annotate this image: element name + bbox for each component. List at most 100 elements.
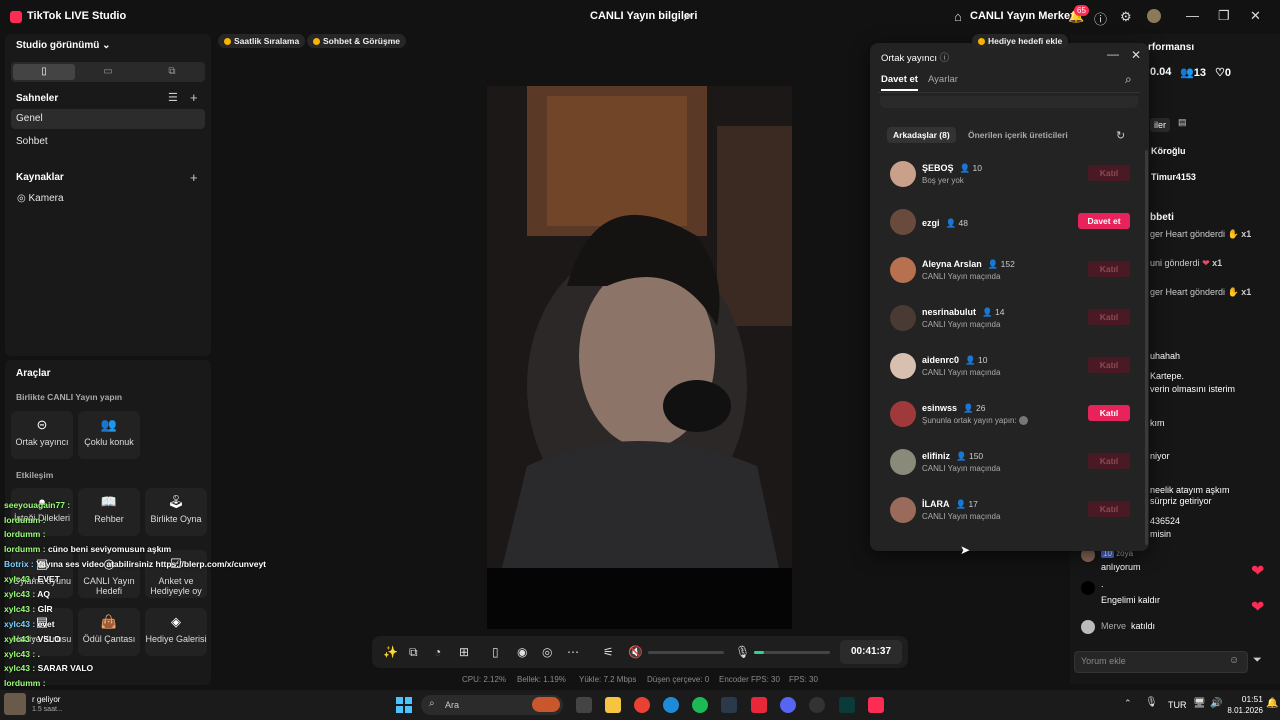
minimize-icon[interactable]: — — [1186, 8, 1199, 23]
multi-guest-button[interactable]: 👥 Çoklu konuk — [78, 411, 140, 459]
mic-icon[interactable]: 🎙 — [735, 645, 750, 659]
gift-gallery-button[interactable]: ◈ Hediye Galerisi — [145, 608, 207, 656]
list-icon[interactable]: ☰ — [168, 91, 178, 104]
dual-view-tab[interactable]: ⧉ — [141, 64, 203, 80]
layout-icon[interactable]: ⧉ — [409, 645, 418, 660]
record-icon[interactable]: ◉ — [517, 645, 527, 659]
speaker-mute-icon[interactable]: 🔇 — [628, 645, 643, 659]
portrait-view-tab[interactable]: ▯ — [13, 64, 75, 80]
clock-time[interactable]: 01:51 — [1233, 694, 1263, 704]
live-goal-button[interactable]: ◎ CANLI Yayın Hedefi — [78, 550, 140, 598]
app-icon[interactable] — [751, 697, 767, 713]
steam-icon[interactable] — [721, 697, 737, 713]
more-icon[interactable]: ⋯ — [567, 645, 579, 659]
chrome-icon[interactable] — [634, 697, 650, 713]
video-preview[interactable] — [487, 86, 792, 629]
magic-icon[interactable]: ✨ — [383, 645, 398, 659]
reward-bag-button[interactable]: 👜 Ödül Çantası — [78, 608, 140, 656]
user-name[interactable]: Köroğlu — [1151, 146, 1186, 156]
chat-overlay-line: xylc43 : EVET — [4, 574, 60, 584]
scrollbar[interactable] — [1145, 150, 1148, 545]
mic-icon[interactable]: 🎙 — [1145, 697, 1158, 708]
source-item[interactable]: ◎ Kamera — [17, 193, 64, 204]
tiktok-logo-icon — [10, 11, 22, 23]
friend-row: ŞEBOŞ 👤 10 Boş yer yok Katıl — [890, 161, 1140, 191]
filter-icon[interactable]: ⏷ — [1253, 654, 1262, 667]
close-icon[interactable]: ✕ — [1131, 48, 1141, 62]
hourly-ranking-pill[interactable]: Saatlik Sıralama — [218, 34, 306, 48]
camera-switch-icon[interactable]: ◎ — [542, 645, 552, 659]
app-icon[interactable] — [809, 697, 825, 713]
tab-invite[interactable]: Davet et — [881, 74, 918, 91]
network-icon[interactable]: 🖥 — [1193, 698, 1206, 709]
scene-item[interactable]: Sohbet — [11, 132, 205, 152]
add-scene-icon[interactable]: + — [190, 90, 198, 105]
co-host-button[interactable]: ⊝ Ortak yayıncı — [11, 411, 73, 459]
add-media-icon[interactable]: ⊞ — [459, 645, 469, 659]
multi-guest-label: Çoklu konuk — [84, 437, 134, 447]
tab-suggested[interactable]: Önerilen içerik üreticileri — [968, 130, 1068, 140]
join-button[interactable]: Katıl — [1088, 453, 1130, 469]
poll-button[interactable]: ☑ Anket ve Hediyeyle oy — [145, 550, 207, 598]
scene-item[interactable]: Genel — [11, 109, 205, 129]
join-button[interactable]: Katıl — [1088, 165, 1130, 181]
chat-call-pill[interactable]: Sohbet & Görüşme — [307, 34, 406, 48]
invite-button[interactable]: Davet et — [1078, 213, 1130, 229]
emoji-icon[interactable]: ☺ — [1229, 655, 1239, 666]
clock-date[interactable]: 8.01.2026 — [1223, 706, 1263, 715]
gear-icon[interactable]: ⚙ — [1120, 9, 1132, 25]
list-icon[interactable]: ▤ — [1178, 117, 1187, 128]
chat-username: Merve — [1101, 621, 1127, 631]
avatar[interactable] — [1147, 9, 1161, 23]
task-view-icon[interactable] — [576, 697, 592, 713]
tiktok-live-studio-icon[interactable] — [868, 697, 884, 713]
guide-button[interactable]: 📖 Rehber — [78, 488, 140, 536]
windows-start-icon[interactable] — [396, 697, 412, 713]
phone-icon[interactable]: ▯ — [492, 645, 499, 659]
taskbar-notification-title[interactable]: r geliyor — [32, 695, 60, 704]
minimize-icon[interactable]: — — [1107, 47, 1119, 61]
file-explorer-icon[interactable] — [605, 697, 621, 713]
volume-icon[interactable]: 🔊 — [1210, 698, 1222, 709]
chevron-up-icon[interactable]: ⌃ — [1124, 698, 1132, 709]
join-button[interactable]: Katıl — [1088, 501, 1130, 517]
landscape-view-tab[interactable]: ▭ — [77, 64, 139, 80]
search-icon[interactable]: ⌕ — [1125, 72, 1132, 87]
join-button[interactable]: Katıl — [1088, 261, 1130, 277]
mic-volume-slider[interactable] — [754, 651, 830, 654]
studio-view-dropdown[interactable]: Studio görünümü ⌄ — [16, 40, 111, 51]
home-icon[interactable]: ⌂ — [954, 9, 962, 24]
tab-settings[interactable]: Ayarlar — [928, 74, 958, 85]
gift-item: ger Heart gönderdi ✋ x1 — [1150, 229, 1252, 239]
tab-viewers[interactable]: iler — [1150, 118, 1171, 132]
play-together-button[interactable]: 🕹 Birlikte Oyna — [145, 488, 207, 536]
user-name[interactable]: Timur4153 — [1151, 172, 1196, 182]
friend-name: nesrinabulut — [922, 307, 977, 317]
app-icon[interactable] — [839, 697, 855, 713]
join-button[interactable]: Katıl — [1088, 309, 1130, 325]
edge-icon[interactable] — [663, 697, 679, 713]
spotify-icon[interactable] — [692, 697, 708, 713]
refresh-icon[interactable]: ↻ — [1116, 129, 1125, 142]
settings-sliders-icon[interactable]: ⚟ — [603, 645, 614, 659]
speaker-volume-slider[interactable] — [648, 651, 724, 654]
stat-value: 0.04 — [1150, 66, 1172, 78]
share-icon[interactable]: ↗ — [682, 10, 692, 24]
close-icon[interactable]: ✕ — [1250, 8, 1261, 24]
discord-icon[interactable] — [780, 697, 796, 713]
tab-friends[interactable]: Arkadaşlar (8) — [887, 127, 956, 143]
bag-icon: 👜 — [100, 614, 118, 629]
join-button[interactable]: Katıl — [1088, 405, 1130, 421]
help-icon[interactable]: ⓘ — [1094, 9, 1107, 28]
maximize-icon[interactable]: ❐ — [1218, 8, 1230, 24]
effects-icon[interactable]: ◔ — [434, 645, 441, 659]
join-button[interactable]: Katıl — [1088, 357, 1130, 373]
friend-count: 👤 150 — [956, 451, 984, 461]
language-indicator[interactable]: TUR — [1168, 700, 1187, 710]
live-goal-label: CANLI Yayın Hedefi — [83, 576, 135, 596]
add-source-icon[interactable]: + — [190, 170, 198, 185]
bell-icon[interactable]: 🔔 — [1266, 698, 1278, 709]
help-icon[interactable]: ⓘ — [940, 53, 950, 64]
gift-goal-pill[interactable]: Hediye hedefi ekle — [972, 34, 1069, 48]
live-center-button[interactable]: CANLI Yayın Merkezi — [970, 10, 1079, 22]
